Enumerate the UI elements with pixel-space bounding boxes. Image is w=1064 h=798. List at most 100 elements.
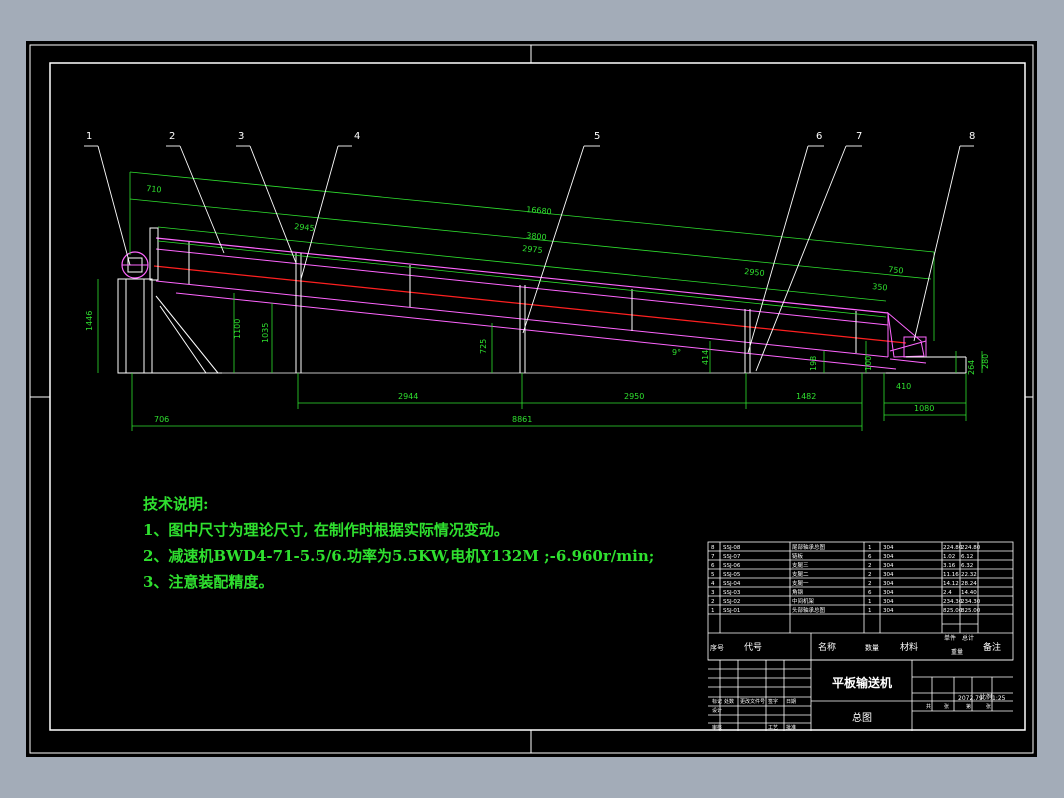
callout-3: 3 — [238, 131, 244, 142]
drawing-canvas: 1 2 3 4 5 6 7 8 710 16680 3800 2945 2975… — [29, 44, 1034, 754]
bom-cell-w2: 28.24 — [961, 581, 977, 587]
tb-label-no: 第 — [966, 703, 971, 710]
bom-cell-no: 5 — [711, 572, 715, 578]
bom-cell-code: SSJ-01 — [723, 608, 740, 614]
dim-710: 710 — [146, 184, 162, 194]
bom-cell-name: 支腿一 — [792, 579, 809, 587]
drawing-title: 平板输送机 — [832, 675, 892, 690]
bom-cell-code: SSJ-08 — [723, 545, 741, 551]
bom-cell-no: 1 — [711, 608, 715, 614]
bom-cell-name: 角钢 — [792, 588, 804, 596]
bom-cell-w2: 6.32 — [961, 563, 973, 569]
tb-label-file: 更改文件号 — [740, 698, 765, 705]
bom-cell-name: 尾部轴承总图 — [792, 543, 826, 551]
weight-value: 2072.79 — [958, 695, 983, 702]
bom-cell-w1: 224.80 — [943, 545, 963, 551]
callout-2: 2 — [169, 131, 175, 142]
bom-header-qty: 数量 — [865, 643, 879, 652]
bom-cell-qty: 6 — [868, 554, 872, 560]
tb-label-date: 日期 — [786, 699, 796, 705]
bom-cell-name: 支腿三 — [792, 561, 809, 569]
bom-cell-w1: 234.30 — [943, 599, 963, 605]
note-3: 3、注意装配精度。 — [143, 573, 274, 591]
bom-cell-w2: 825.00 — [961, 608, 981, 614]
bom-cell-name: 中间机架 — [792, 597, 815, 605]
bom-header-code: 代号 — [744, 642, 762, 653]
bom-header-weight: 重量 — [951, 648, 963, 656]
bom-cell-w2: 6.12 — [961, 554, 973, 560]
callout-leaders — [84, 145, 974, 372]
dim-414: 414 — [701, 350, 710, 365]
dim-1080: 1080 — [914, 404, 934, 413]
dim-1446: 1446 — [85, 311, 94, 331]
tb-label-total: 共 — [926, 703, 931, 710]
dim-264: 264 — [967, 360, 976, 375]
callout-4: 4 — [354, 131, 360, 142]
dim-3800: 3800 — [526, 231, 547, 242]
bom-cell-qty: 1 — [868, 599, 872, 605]
bom-cell-code: SSJ-04 — [723, 581, 741, 587]
scale-value: 1:25 — [992, 695, 1006, 702]
callout-1: 1 — [86, 131, 92, 142]
outer-frame — [29, 44, 1034, 754]
bom-cell-w2: 224.80 — [961, 545, 981, 551]
dim-350: 350 — [872, 282, 888, 292]
technical-notes: 技术说明: 1、图中尺寸为理论尺寸, 在制作时根据实际情况变动。 2、减速机BW… — [143, 491, 654, 595]
bom-cell-qty: 2 — [868, 572, 872, 578]
bom-cell-qty: 2 — [868, 563, 872, 569]
bom-cell-name: 链板 — [792, 552, 804, 560]
dim-100: 100 — [864, 356, 873, 371]
dim-2950-bottom: 2950 — [624, 392, 644, 401]
dim-1482: 1482 — [796, 392, 816, 401]
bom-cell-mat: 304 — [883, 590, 894, 596]
bom-cell-code: SSJ-02 — [723, 599, 740, 605]
bom-cell-mat: 304 — [883, 599, 894, 605]
dim-410: 410 — [896, 382, 911, 391]
dim-angle: 9° — [672, 348, 681, 357]
tb-label-review: 审核 — [712, 724, 722, 731]
bom-cell-qty: 1 — [868, 545, 872, 551]
tb-label-sign: 签字 — [768, 698, 778, 705]
bom-cell-code: SSJ-05 — [723, 572, 741, 578]
tb-label-count: 处数 — [724, 698, 734, 705]
bom-rows: 8 SSJ-08 尾部轴承总图 1 304 224.80224.80 7 SSJ-07 链板 6 3… — [711, 543, 981, 614]
bom-header-remark: 备注 — [983, 641, 1001, 653]
bom-header-mat: 材料 — [900, 641, 918, 653]
bom-cell-code: SSJ-07 — [723, 554, 741, 560]
tb-label-sheet: 张 — [986, 703, 991, 710]
dim-750: 750 — [888, 265, 904, 275]
bom-cell-no: 7 — [711, 554, 715, 560]
bom-cell-name: 支腿二 — [792, 570, 809, 578]
callout-8: 8 — [969, 131, 975, 142]
dim-16680: 16680 — [526, 205, 552, 216]
bom-cell-mat: 304 — [883, 554, 894, 560]
tb-label-design: 设计 — [712, 707, 722, 714]
dim-2975: 2975 — [522, 244, 543, 255]
callout-7: 7 — [856, 131, 862, 142]
bom-cell-w1: 3.16 — [943, 563, 956, 569]
bom-header: 序号 代号 名称 数量 材料 单件 总计 重量 备注 — [710, 634, 1001, 656]
bom-cell-mat: 304 — [883, 545, 894, 551]
tb-label-mark: 标记 — [712, 698, 722, 705]
inner-frame — [49, 62, 1026, 731]
callout-5: 5 — [594, 131, 600, 142]
tb-label-sheets: 张 — [944, 703, 949, 710]
bom-cell-no: 3 — [711, 590, 715, 596]
bom-cell-w2: 234.30 — [961, 599, 981, 605]
dim-725: 725 — [479, 339, 488, 354]
bom-cell-w1: 825.00 — [943, 608, 963, 614]
callout-6: 6 — [816, 131, 822, 142]
dim-8861: 8861 — [512, 415, 532, 424]
bom-header-no: 序号 — [710, 643, 724, 652]
note-1: 1、图中尺寸为理论尺寸, 在制作时根据实际情况变动。 — [143, 521, 509, 539]
bom-cell-w2: 14.40 — [961, 590, 977, 596]
dim-2944: 2944 — [398, 392, 418, 401]
bom-header-total: 总计 — [962, 634, 974, 642]
drawing-subtitle: 总图 — [852, 711, 872, 724]
dim-2950: 2950 — [744, 267, 765, 278]
bom-cell-mat: 304 — [883, 608, 894, 614]
bom-cell-no: 4 — [711, 581, 715, 587]
bom-header-name: 名称 — [818, 641, 836, 653]
bom-cell-w1: 2.4 — [943, 590, 952, 596]
bom-cell-no: 8 — [711, 545, 715, 551]
